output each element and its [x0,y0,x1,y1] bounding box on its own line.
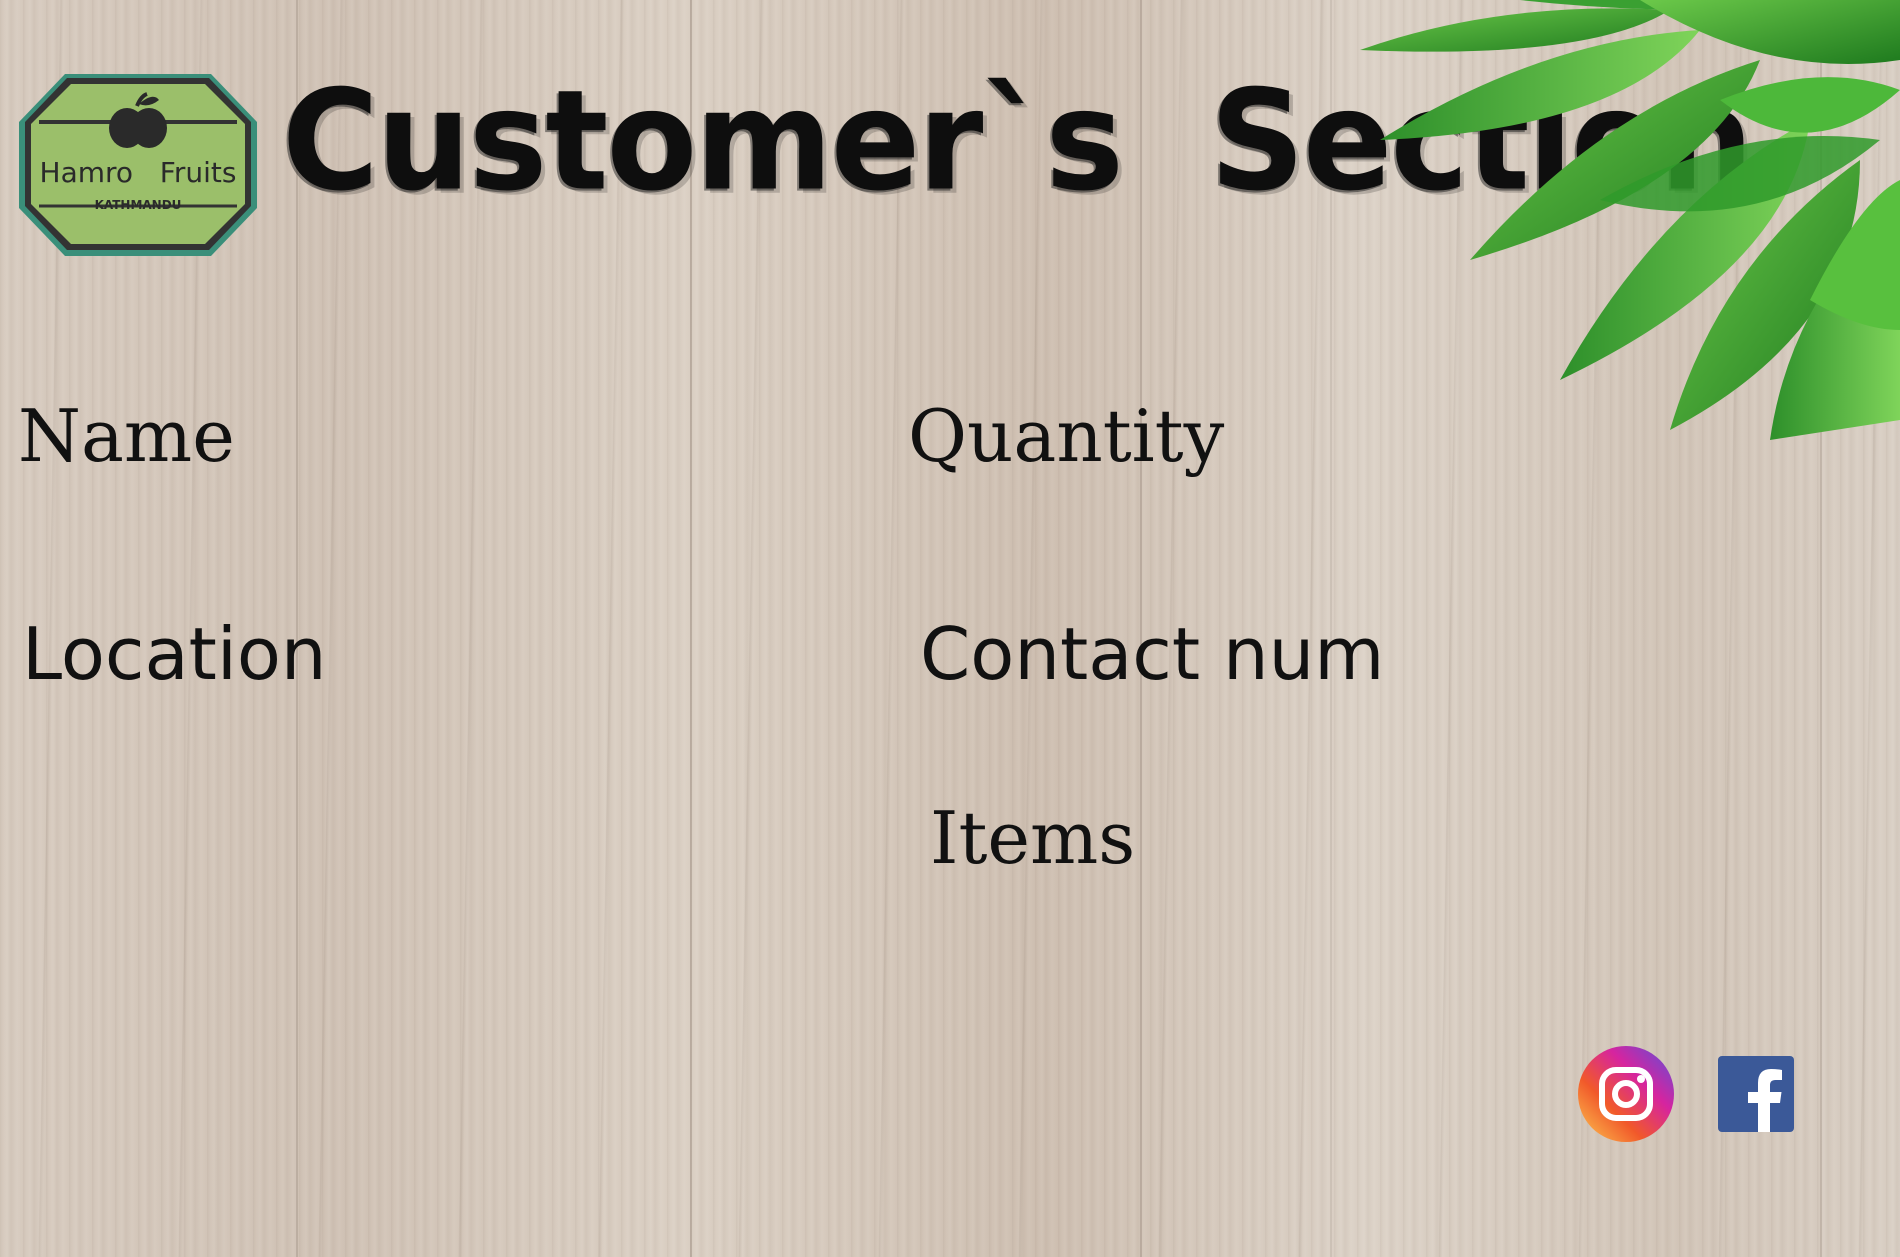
leaves-decoration [1360,0,1900,440]
quantity-label: Quantity [908,394,1225,478]
items-label: Items [930,796,1136,880]
contact-num-label: Contact num [920,612,1385,696]
location-label: Location [22,612,327,696]
hamro-fruits-logo[interactable]: Hamro Fruits KATHMANDU [15,70,261,260]
instagram-icon[interactable] [1578,1046,1674,1142]
logo-brand-text: Hamro Fruits [40,156,237,189]
logo-city-text: KATHMANDU [95,198,182,212]
name-label: Name [18,394,235,478]
facebook-icon[interactable] [1718,1056,1794,1132]
